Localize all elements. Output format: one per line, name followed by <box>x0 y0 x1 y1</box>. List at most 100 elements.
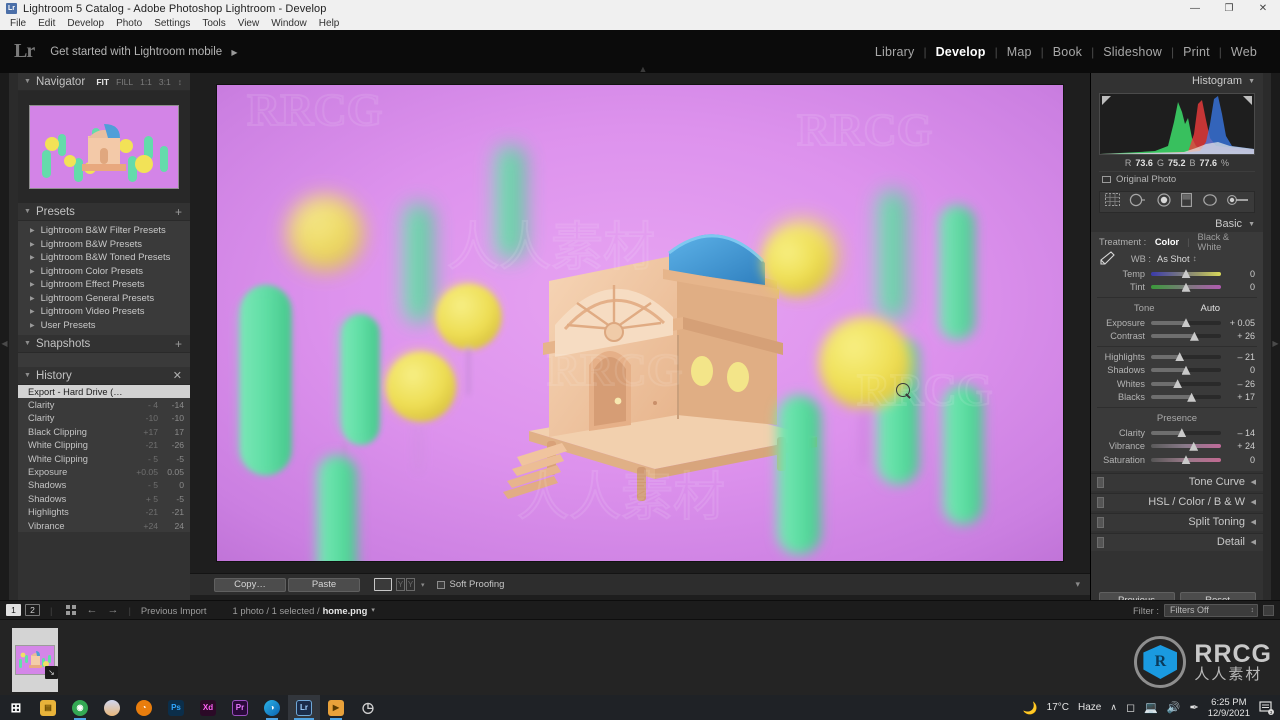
section-hsl-color-bw[interactable]: HSL / Color / B & W ◀ <box>1091 492 1263 511</box>
slider-knob[interactable] <box>1181 282 1191 292</box>
module-book[interactable]: Book <box>1044 45 1091 59</box>
slider-track[interactable] <box>1151 331 1221 341</box>
soft-proofing-toggle[interactable]: Soft Proofing <box>436 579 504 590</box>
slider-temp[interactable]: Temp 0 <box>1091 267 1263 281</box>
right-panel-collapse-arrow[interactable]: ▶ <box>1271 73 1280 613</box>
develop-badge-icon[interactable]: ↘ <box>45 666 58 679</box>
zoom-fit[interactable]: FIT <box>96 77 109 87</box>
image-canvas[interactable]: RRCG RRCG RRCG RRCG 人人素材 人人素材 <box>190 73 1090 573</box>
history-item[interactable]: Black Clipping +17 17 <box>18 425 190 438</box>
preset-group-video[interactable]: ▶ Lightroom Video Presets <box>18 305 190 319</box>
slider-saturation[interactable]: Saturation 0 <box>1091 453 1263 467</box>
auto-tone-button[interactable]: Auto <box>1201 303 1221 314</box>
slider-track[interactable] <box>1151 455 1221 465</box>
wb-stepper-icon[interactable]: ↕ <box>1193 254 1197 263</box>
history-item[interactable]: Shadows + 5 -5 <box>18 492 190 505</box>
before-after-icon[interactable]: Y Y <box>396 578 415 591</box>
go-back-icon[interactable]: ← <box>86 604 97 616</box>
module-map[interactable]: Map <box>998 45 1041 59</box>
zoom-1-1[interactable]: 1:1 <box>140 77 152 87</box>
app-orb-button[interactable] <box>96 695 128 720</box>
slider-track[interactable] <box>1151 318 1221 328</box>
preset-group-color[interactable]: ▶ Lightroom Color Presets <box>18 265 190 279</box>
histogram-header[interactable]: Histogram ▼ <box>1091 73 1263 89</box>
lightroom-taskbar-button[interactable]: Lr <box>288 695 320 720</box>
screen-2-button[interactable]: 2 <box>25 604 40 616</box>
go-forward-icon[interactable]: → <box>107 604 118 616</box>
module-library[interactable]: Library <box>866 45 924 59</box>
checkbox-icon[interactable] <box>436 580 445 589</box>
slider-knob[interactable] <box>1181 269 1191 279</box>
section-detail[interactable]: Detail ◀ <box>1091 532 1263 551</box>
module-web[interactable]: Web <box>1222 45 1266 59</box>
left-panel-collapse-arrow[interactable]: ◀ <box>0 73 9 613</box>
start-button[interactable]: ⊞ <box>0 695 32 720</box>
filmstrip-item[interactable]: ↘ <box>12 628 58 692</box>
zoom-stepper-icon[interactable]: ↕ <box>178 77 182 87</box>
filter-select[interactable]: Filters Off ↕ <box>1164 603 1258 617</box>
chevron-left-icon[interactable]: ◀ <box>1251 538 1256 546</box>
clock-app-button[interactable]: ◷ <box>352 695 384 720</box>
loupe-view-icon[interactable] <box>374 578 392 591</box>
slider-track[interactable] <box>1151 282 1221 292</box>
menu-photo[interactable]: Photo <box>110 17 148 30</box>
history-item[interactable]: Exposure +0.05 0.05 <box>18 465 190 478</box>
preset-group-user[interactable]: ▶ User Presets <box>18 319 190 333</box>
filename-caret-icon[interactable]: ▾ <box>371 606 375 614</box>
preset-group-effect[interactable]: ▶ Lightroom Effect Presets <box>18 278 190 292</box>
network-icon[interactable]: 💻 <box>1144 701 1158 714</box>
history-item[interactable]: Clarity - 4 -14 <box>18 398 190 411</box>
menu-help[interactable]: Help <box>313 17 346 30</box>
snapshots-header[interactable]: ▼ Snapshots + <box>18 335 190 353</box>
camera-icon[interactable]: ◻ <box>1126 701 1135 714</box>
menu-window[interactable]: Window <box>265 17 313 30</box>
navigator-header[interactable]: ▼ Navigator FIT FILL 1:1 3:1 ↕ <box>18 73 190 91</box>
menu-edit[interactable]: Edit <box>32 17 61 30</box>
minimize-button[interactable]: — <box>1178 0 1212 17</box>
radial-filter-icon[interactable] <box>1202 193 1218 212</box>
history-item[interactable]: Export - Hard Drive (12/9/2021 6:25:13 … <box>18 385 190 399</box>
slider-track[interactable] <box>1151 379 1221 389</box>
slider-knob[interactable] <box>1189 441 1199 451</box>
slider-track[interactable] <box>1151 428 1221 438</box>
menu-view[interactable]: View <box>232 17 266 30</box>
navigator-preview-area[interactable] <box>18 91 190 203</box>
toolbar-collapse-caret-icon[interactable]: ▾ <box>1075 579 1080 590</box>
copy-button[interactable]: Copy… <box>214 577 286 592</box>
slider-tint[interactable]: Tint 0 <box>1091 281 1263 295</box>
adjustment-brush-icon[interactable] <box>1227 193 1249 212</box>
xd-button[interactable]: Xd <box>192 695 224 720</box>
presets-header[interactable]: ▼ Presets + <box>18 203 190 221</box>
clock[interactable]: 6:25 PM 12/9/2021 <box>1208 697 1250 719</box>
slider-exposure[interactable]: Exposure + 0.05 <box>1091 316 1263 330</box>
history-item[interactable]: Vibrance +24 24 <box>18 519 190 532</box>
slider-knob[interactable] <box>1181 455 1191 465</box>
histogram-graph[interactable] <box>1099 93 1255 155</box>
section-tone-curve[interactable]: Tone Curve ◀ <box>1091 472 1263 491</box>
history-item[interactable]: Shadows - 5 0 <box>18 479 190 492</box>
eyedropper-icon[interactable] <box>1097 250 1115 267</box>
chevron-left-icon[interactable]: ◀ <box>1251 478 1256 486</box>
slider-blacks[interactable]: Blacks + 17 <box>1091 391 1263 405</box>
slider-track[interactable] <box>1151 441 1221 451</box>
clear-history-button[interactable]: ✕ <box>173 369 182 382</box>
history-item[interactable]: White Clipping - 5 -5 <box>18 452 190 465</box>
spot-removal-icon[interactable] <box>1129 193 1146 212</box>
module-slideshow[interactable]: Slideshow <box>1094 45 1171 59</box>
slider-track[interactable] <box>1151 365 1221 375</box>
volume-icon[interactable]: 🔊 <box>1167 701 1181 714</box>
basic-header[interactable]: Basic ▼ <box>1091 216 1263 232</box>
module-print[interactable]: Print <box>1174 45 1219 59</box>
preset-group-bw-filter[interactable]: ▶ Lightroom B&W Filter Presets <box>18 224 190 238</box>
premiere-button[interactable]: Pr <box>224 695 256 720</box>
maximize-button[interactable]: ❐ <box>1212 0 1246 17</box>
media-player-button[interactable]: ▶ <box>320 695 352 720</box>
history-header[interactable]: ▼ History ✕ <box>18 367 190 385</box>
slider-whites[interactable]: Whites – 26 <box>1091 377 1263 391</box>
zoom-3-1[interactable]: 3:1 <box>159 77 171 87</box>
close-button[interactable]: ✕ <box>1246 0 1280 17</box>
add-snapshot-button[interactable]: + <box>175 338 182 350</box>
split-toning-toggle[interactable] <box>1097 516 1104 528</box>
original-photo-row[interactable]: Original Photo <box>1099 171 1255 186</box>
source-label[interactable]: Previous Import <box>141 605 207 616</box>
